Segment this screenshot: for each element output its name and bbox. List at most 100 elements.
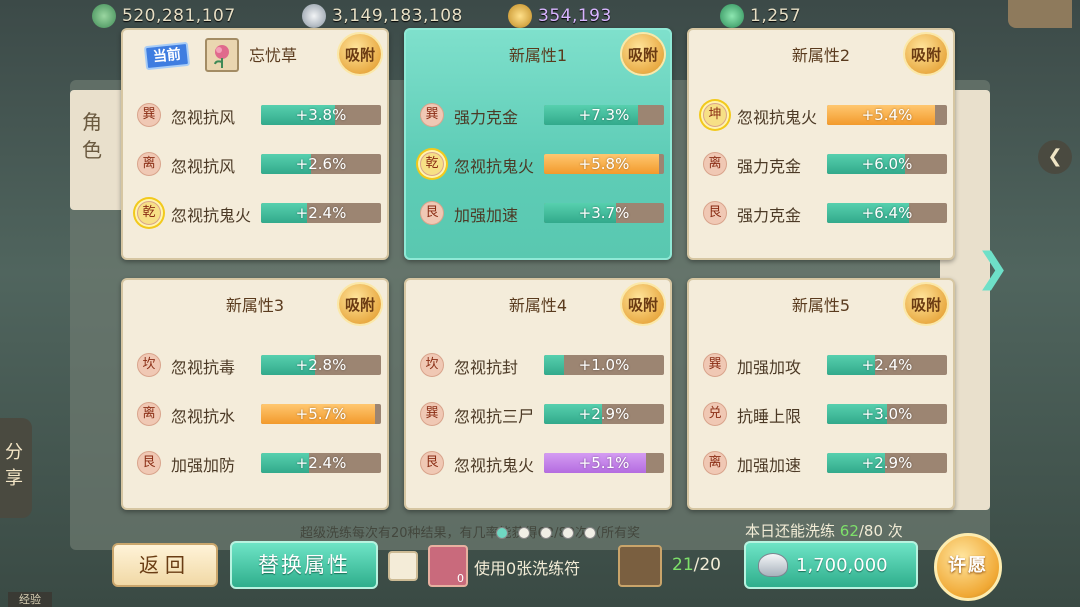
resource-value: 1,257 [750,6,802,26]
stone-need: /20 [693,555,721,575]
attribute-value-bar: +7.3% [544,105,664,125]
attribute-value: +5.7% [295,405,347,423]
menu-corner-button[interactable] [1008,0,1072,28]
remaining-total: /80 次 [858,522,903,540]
attribute-row: 艮加强加速 +3.7% [418,200,668,226]
wish-button[interactable]: 许愿 [934,533,1002,601]
resource-value: 520,281,107 [122,6,236,26]
attribute-value-bar: +2.4% [827,355,947,375]
attribute-value-bar: +3.7% [544,203,664,223]
page-indicator [496,527,596,539]
attribute-row: 乾忽视抗鬼火 +2.4% [135,200,385,226]
attribute-value: +2.4% [295,454,347,472]
attribute-row: 离强力克金 +6.0% [701,151,951,177]
use-talisman-checkbox[interactable] [388,551,418,581]
remaining-prefix: 本日还能洗练 [745,522,840,540]
attribute-value: +5.4% [861,106,913,124]
absorb-button[interactable]: 吸附 [622,284,664,324]
trigram-badge: 巽 [137,103,161,127]
resource-bar: 520,281,107 3,149,183,108 354,193 1,257 [0,0,1080,30]
replace-attributes-button[interactable]: 替换属性 [230,541,378,589]
attribute-value-bar: +5.8% [544,154,664,174]
attribute-value: +5.1% [578,454,630,472]
attribute-name: 忽视抗鬼火 [454,157,535,176]
character-tab[interactable]: 角色 [70,90,125,210]
absorb-button[interactable]: 吸附 [622,34,664,74]
attribute-value-bar: +6.4% [827,203,947,223]
absorb-button[interactable]: 吸附 [339,34,381,74]
page-dot[interactable] [584,527,596,539]
resource-value: 3,149,183,108 [332,6,463,26]
resource-silver: 3,149,183,108 [302,4,463,28]
back-button[interactable]: 返回 [112,543,218,587]
refine-cost: 1,700,000 [796,555,888,576]
refine-stone-count: 21/20 [672,555,721,575]
resource-value: 354,193 [538,6,612,26]
absorb-button[interactable]: 吸附 [905,284,947,324]
attribute-row: 坤忽视抗鬼火 +5.4% [701,102,951,128]
attribute-row: 巽忽视抗三尸 +2.9% [418,401,668,427]
attribute-row: 离加强加速 +2.9% [701,450,951,476]
resource-gem: 1,257 [720,4,801,28]
new-attribute-card[interactable]: 新属性2 吸附坤忽视抗鬼火 +5.4% 离强力克金 +6.0% 艮强力克金 +6.4% [687,28,955,260]
attribute-value-bar: +2.9% [544,404,664,424]
attribute-value-bar: +2.4% [261,453,381,473]
current-badge: 当前 [143,41,191,71]
attribute-value: +2.4% [861,356,913,374]
trigram-badge: 离 [137,152,161,176]
trigram-badge: 坤 [703,103,727,127]
attribute-row: 艮忽视抗鬼火 +5.1% [418,450,668,476]
gold-coin-icon [508,4,532,28]
attribute-row: 兑抗睡上限 +3.0% [701,401,951,427]
attribute-value: +2.9% [578,405,630,423]
stone-have: 21 [672,555,694,575]
new-attribute-card[interactable]: 新属性5 吸附巽加强加攻 +2.4% 兑抗睡上限 +3.0% 离加强加速 +2.9% [687,278,955,510]
resource-gold: 354,193 [508,4,612,28]
attribute-value-bar: +5.7% [261,404,381,424]
page-dot[interactable] [518,527,530,539]
attribute-row: 艮加强加防 +2.4% [135,450,385,476]
attribute-value: +5.8% [578,155,630,173]
silver-ingot-icon [758,553,788,577]
new-attribute-card[interactable]: 新属性4 吸附坎忽视抗封 +1.0% 巽忽视抗三尸 +2.9% 艮忽视抗鬼火 +5.1% [404,278,672,510]
remaining-count: 62 [839,522,859,540]
attribute-value-bar: +5.1% [544,453,664,473]
trigram-badge: 艮 [420,451,444,475]
refine-cost-button[interactable]: 1,700,000 [744,541,918,589]
trigram-badge: 巽 [420,103,444,127]
attribute-name: 加强加速 [454,206,519,225]
current-attribute-card[interactable]: 当前 忘忧草 吸附巽忽视抗风 +3.8% 离忽视抗风 +2.6% 乾忽视抗鬼火 +2.4% [121,28,389,260]
attribute-row: 巽强力克金 +7.3% [418,102,668,128]
next-page-arrow-icon[interactable]: ❯ [976,246,1010,290]
page-dot[interactable] [540,527,552,539]
new-attribute-card[interactable]: 新属性3 吸附坎忽视抗毒 +2.8% 离忽视抗水 +5.7% 艮加强加防 +2.4% [121,278,389,510]
attribute-value-bar: +5.4% [827,105,947,125]
attribute-row: 巽忽视抗风 +3.8% [135,102,385,128]
attribute-name: 抗睡上限 [737,407,802,426]
trigram-badge: 巽 [420,402,444,426]
attribute-row: 坎忽视抗毒 +2.8% [135,352,385,378]
attribute-value: +2.8% [295,356,347,374]
absorb-button[interactable]: 吸附 [339,284,381,324]
attribute-value: +7.3% [578,106,630,124]
use-talisman-label: 使用0张洗练符 [474,559,581,578]
attribute-name: 忽视抗风 [171,157,236,176]
exp-tag: 经验 [8,592,52,607]
refine-talisman-item[interactable]: 0 [428,545,468,587]
share-button[interactable]: 分享 [0,418,32,518]
character-tab-label: 角色 [82,110,102,162]
trigram-badge: 艮 [703,201,727,225]
back-arrow-icon[interactable]: ❮ [1038,140,1072,174]
attribute-value-bar: +1.0% [544,355,664,375]
page-dot[interactable] [496,527,508,539]
new-attribute-card[interactable]: 新属性1 吸附巽强力克金 +7.3% 乾忽视抗鬼火 +5.8% 艮加强加速 +3.7% [404,28,672,260]
refine-stone-item[interactable] [618,545,662,587]
attribute-value-bar: +6.0% [827,154,947,174]
attribute-value: +2.6% [295,155,347,173]
attribute-value: +3.7% [578,204,630,222]
remaining-refines: 本日还能洗练 62/80 次 [745,520,903,541]
attribute-value-bar: +2.4% [261,203,381,223]
page-dot[interactable] [562,527,574,539]
attribute-row: 离忽视抗水 +5.7% [135,401,385,427]
absorb-button[interactable]: 吸附 [905,34,947,74]
